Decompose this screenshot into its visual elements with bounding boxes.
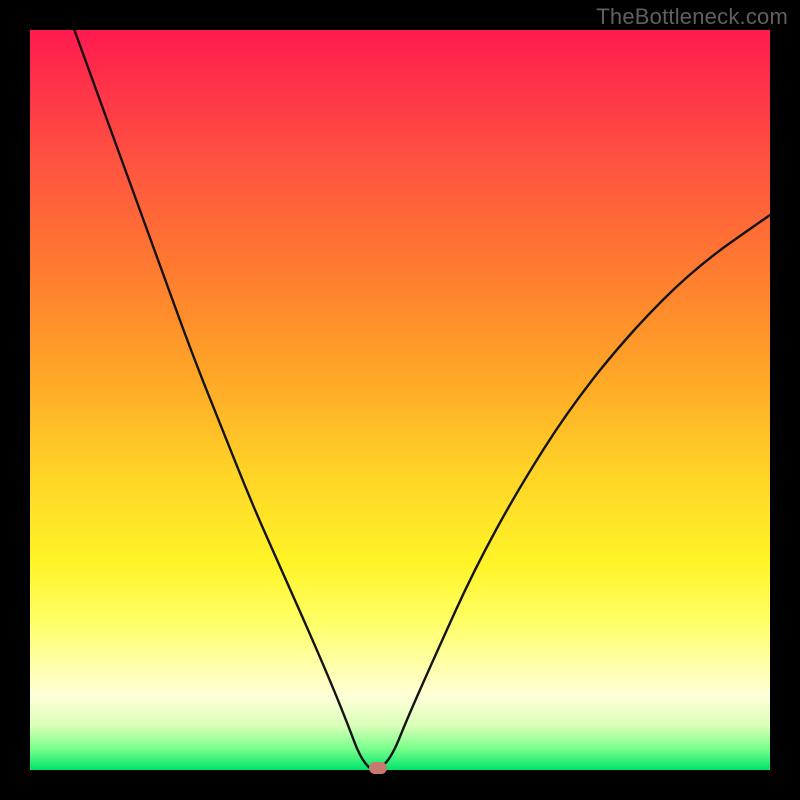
bottleneck-curve-path: [74, 30, 770, 770]
optimum-marker: [369, 762, 387, 774]
chart-plot-area: [30, 30, 770, 770]
watermark-text: TheBottleneck.com: [596, 4, 788, 30]
bottleneck-curve: [30, 30, 770, 770]
